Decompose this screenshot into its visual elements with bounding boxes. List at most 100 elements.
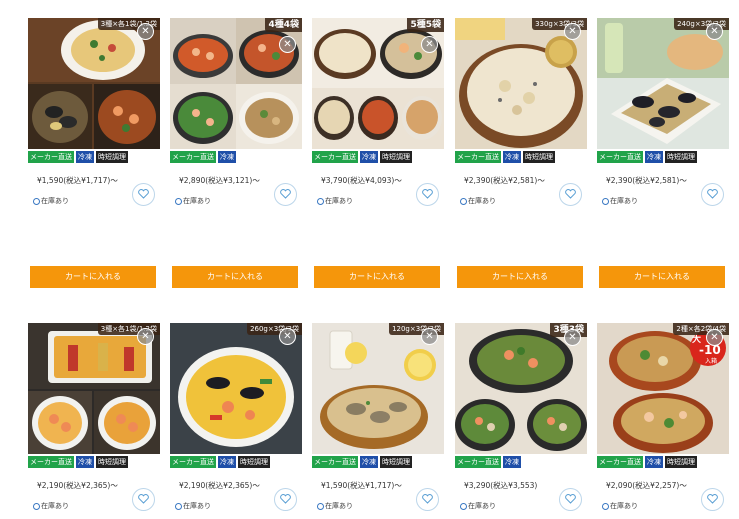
close-icon[interactable]: ✕ bbox=[564, 329, 581, 346]
frozen-tag: 冷凍 bbox=[645, 456, 663, 468]
product-image[interactable]: 330g×3袋/3袋 ✕ bbox=[455, 18, 587, 149]
add-to-cart-button[interactable]: カートに入れる bbox=[314, 266, 440, 288]
circle-icon bbox=[602, 502, 609, 510]
maker-direct-tag: メーカー直送 bbox=[455, 456, 501, 468]
close-icon[interactable]: ✕ bbox=[279, 328, 296, 345]
product-image[interactable]: 240g×3袋/3袋 ✕ bbox=[597, 18, 729, 149]
tag-list: メーカー直送 冷凍 時短調理 bbox=[28, 456, 160, 468]
circle-icon bbox=[175, 197, 182, 205]
product-image[interactable]: 3種×各1袋/1.2袋 ✕ bbox=[28, 18, 160, 149]
frozen-tag: 冷凍 bbox=[218, 456, 236, 468]
quick-cook-tag: 時短調理 bbox=[380, 456, 412, 468]
favorite-button[interactable] bbox=[132, 183, 155, 206]
maker-direct-tag: メーカー直送 bbox=[28, 151, 74, 163]
close-icon[interactable]: ✕ bbox=[279, 36, 296, 53]
close-icon[interactable]: ✕ bbox=[421, 328, 438, 345]
product-card[interactable]: 260g×3袋/3袋 ✕ メーカー直送 冷凍 時短調理 ¥2,190(税込¥2,… bbox=[170, 323, 302, 511]
stock-label: 在庫あり bbox=[41, 197, 69, 205]
heart-icon bbox=[422, 189, 433, 199]
product-card[interactable]: 240g×3袋/3袋 ✕ メーカー直送 冷凍 時短調理 ¥2,390(税込¥2,… bbox=[597, 18, 729, 288]
circle-icon bbox=[460, 197, 467, 205]
heart-icon bbox=[565, 189, 576, 199]
favorite-button[interactable] bbox=[701, 488, 724, 511]
maker-direct-tag: メーカー直送 bbox=[312, 456, 358, 468]
stock-label: 在庫あり bbox=[468, 197, 496, 205]
tag-list: メーカー直送 冷凍 時短調理 bbox=[597, 151, 729, 163]
quick-cook-tag: 時短調理 bbox=[96, 456, 128, 468]
favorite-button[interactable] bbox=[416, 183, 439, 206]
stock-label: 在庫あり bbox=[325, 502, 353, 510]
heart-icon bbox=[280, 494, 291, 504]
heart-icon bbox=[422, 494, 433, 504]
product-image[interactable]: 260g×3袋/3袋 ✕ bbox=[170, 323, 302, 454]
frozen-tag: 冷凍 bbox=[645, 151, 663, 163]
close-icon[interactable]: ✕ bbox=[137, 328, 154, 345]
maker-direct-tag: メーカー直送 bbox=[597, 456, 643, 468]
circle-icon bbox=[33, 502, 40, 510]
maker-direct-tag: メーカー直送 bbox=[455, 151, 501, 163]
product-card[interactable]: 120g×3袋/3袋 ✕ メーカー直送 冷凍 時短調理 ¥1,590(税込¥1,… bbox=[312, 323, 444, 511]
favorite-button[interactable] bbox=[132, 488, 155, 511]
product-card[interactable]: 3種×各1袋/1.2袋 ✕ メーカー直送 冷凍 時短調理 ¥1,590(税込¥1… bbox=[28, 18, 160, 288]
quick-cook-tag: 時短調理 bbox=[96, 151, 128, 163]
close-icon[interactable]: ✕ bbox=[137, 23, 154, 40]
heart-icon bbox=[707, 494, 718, 504]
product-image[interactable]: 3種3袋 ✕ bbox=[455, 323, 587, 454]
frozen-tag: 冷凍 bbox=[76, 151, 94, 163]
product-card[interactable]: 4種4袋 ✕ メーカー直送 冷凍 ¥2,890(税込¥3,121)～ 在庫あり … bbox=[170, 18, 302, 288]
add-to-cart-button[interactable]: カートに入れる bbox=[30, 266, 156, 288]
frozen-tag: 冷凍 bbox=[76, 456, 94, 468]
tag-list: メーカー直送 冷凍 時短調理 bbox=[312, 151, 444, 163]
circle-icon bbox=[317, 502, 324, 510]
heart-icon bbox=[138, 189, 149, 199]
product-image[interactable]: 5種5袋 ✕ bbox=[312, 18, 444, 149]
product-card[interactable]: 330g×3袋/3袋 ✕ メーカー直送 冷凍 時短調理 ¥2,390(税込¥2,… bbox=[455, 18, 587, 288]
favorite-button[interactable] bbox=[274, 183, 297, 206]
frozen-tag: 冷凍 bbox=[503, 151, 521, 163]
close-icon[interactable]: ✕ bbox=[564, 23, 581, 40]
circle-icon bbox=[175, 502, 182, 510]
frozen-tag: 冷凍 bbox=[360, 456, 378, 468]
stock-label: 在庫あり bbox=[610, 502, 638, 510]
quick-cook-tag: 時短調理 bbox=[380, 151, 412, 163]
close-icon[interactable]: ✕ bbox=[706, 329, 723, 346]
add-to-cart-button[interactable]: カートに入れる bbox=[457, 266, 583, 288]
close-icon[interactable]: ✕ bbox=[706, 23, 723, 40]
circle-icon bbox=[602, 197, 609, 205]
quick-cook-tag: 時短調理 bbox=[523, 151, 555, 163]
close-icon[interactable]: ✕ bbox=[421, 36, 438, 53]
product-card[interactable]: 3種×各1袋/1.2袋 ✕ メーカー直送 冷凍 時短調理 ¥2,190(税込¥2… bbox=[28, 323, 160, 511]
maker-direct-tag: メーカー直送 bbox=[170, 456, 216, 468]
maker-direct-tag: メーカー直送 bbox=[28, 456, 74, 468]
tag-list: メーカー直送 冷凍 時短調理 bbox=[312, 456, 444, 468]
favorite-button[interactable] bbox=[559, 183, 582, 206]
heart-icon bbox=[280, 189, 291, 199]
product-image[interactable]: 大 -10 入箱 2種×各2袋/4袋 ✕ bbox=[597, 323, 729, 454]
maker-direct-tag: メーカー直送 bbox=[170, 151, 216, 163]
circle-icon bbox=[33, 197, 40, 205]
tag-list: メーカー直送 冷凍 bbox=[170, 151, 302, 163]
favorite-button[interactable] bbox=[559, 488, 582, 511]
tag-list: メーカー直送 冷凍 時短調理 bbox=[597, 456, 729, 468]
product-image[interactable]: 3種×各1袋/1.2袋 ✕ bbox=[28, 323, 160, 454]
product-card[interactable]: 大 -10 入箱 2種×各2袋/4袋 ✕ メーカー直送 冷凍 時短調理 ¥2,0… bbox=[597, 323, 729, 511]
product-card[interactable]: 5種5袋 ✕ メーカー直送 冷凍 時短調理 ¥3,790(税込¥4,093)～ … bbox=[312, 18, 444, 288]
heart-icon bbox=[138, 494, 149, 504]
favorite-button[interactable] bbox=[274, 488, 297, 511]
tag-list: メーカー直送 冷凍 時短調理 bbox=[170, 456, 302, 468]
add-to-cart-button[interactable]: カートに入れる bbox=[172, 266, 298, 288]
stock-label: 在庫あり bbox=[325, 197, 353, 205]
maker-direct-tag: メーカー直送 bbox=[312, 151, 358, 163]
stock-label: 在庫あり bbox=[610, 197, 638, 205]
stock-label: 在庫あり bbox=[183, 197, 211, 205]
promo-unit: 入箱 bbox=[705, 357, 717, 365]
product-image[interactable]: 120g×3袋/3袋 ✕ bbox=[312, 323, 444, 454]
product-card[interactable]: 3種3袋 ✕ メーカー直送 冷凍 ¥3,290(税込¥3,553) 在庫あり bbox=[455, 323, 587, 511]
favorite-button[interactable] bbox=[701, 183, 724, 206]
maker-direct-tag: メーカー直送 bbox=[597, 151, 643, 163]
product-image[interactable]: 4種4袋 ✕ bbox=[170, 18, 302, 149]
add-to-cart-button[interactable]: カートに入れる bbox=[599, 266, 725, 288]
tag-list: メーカー直送 冷凍 時短調理 bbox=[455, 151, 587, 163]
favorite-button[interactable] bbox=[416, 488, 439, 511]
frozen-tag: 冷凍 bbox=[503, 456, 521, 468]
